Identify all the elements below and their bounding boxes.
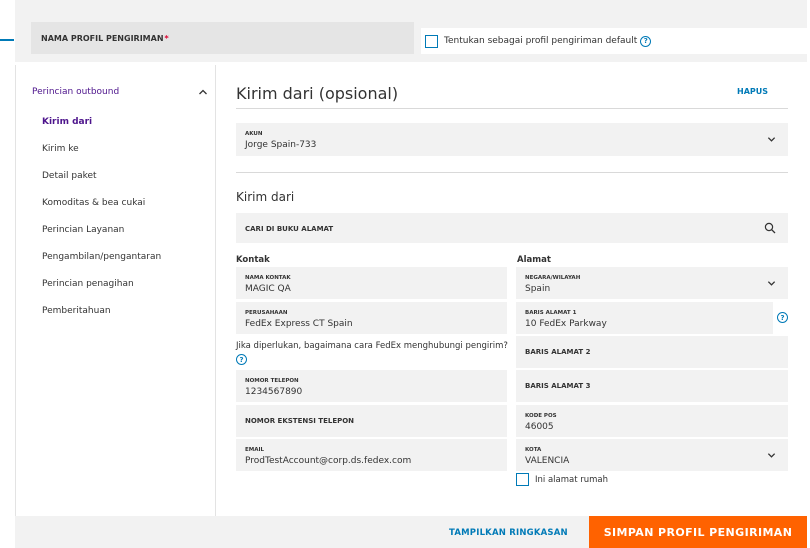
- company-field[interactable]: PERUSAHAAN FedEx Express CT Spain: [236, 302, 507, 334]
- profile-name-field[interactable]: NAMA PROFIL PENGIRIMAN *: [31, 22, 414, 54]
- phone-field[interactable]: NOMOR TELEPON 1234567890: [236, 370, 507, 402]
- address-book-search-label: CARI DI BUKU ALAMAT: [245, 225, 334, 233]
- postal-code-value: 46005: [525, 422, 554, 432]
- accent-line: [0, 39, 14, 41]
- default-profile-label: Tentukan sebagai profil pengiriman defau…: [444, 36, 638, 46]
- email-value: ProdTestAccount@corp.ds.fedex.com: [245, 456, 412, 466]
- phone-extension-placeholder: NOMOR EKSTENSI TELEPON: [245, 417, 355, 425]
- sidebar-item-detail-paket[interactable]: Detail paket: [42, 171, 97, 181]
- sidebar-item-penagihan[interactable]: Perincian penagihan: [42, 279, 134, 289]
- default-profile-checkbox[interactable]: [425, 34, 438, 48]
- address-line3-field[interactable]: BARIS ALAMAT 3: [516, 370, 788, 402]
- section-subtitle: Kirim dari: [236, 190, 295, 204]
- country-select[interactable]: NEGARA/WILAYAH Spain: [516, 267, 788, 299]
- delete-link[interactable]: HAPUS: [737, 87, 768, 96]
- help-icon[interactable]: ?: [777, 312, 788, 323]
- sidebar-item-pengambilan[interactable]: Pengambilan/pengantaran: [42, 252, 161, 262]
- help-icon[interactable]: ?: [640, 35, 652, 47]
- country-label: NEGARA/WILAYAH: [525, 275, 581, 281]
- chevron-up-icon[interactable]: [198, 87, 208, 97]
- sidebar-item-kirim-ke[interactable]: Kirim ke: [42, 144, 79, 154]
- sidebar-section-title: Perincian outbound: [32, 87, 120, 97]
- search-icon[interactable]: [764, 222, 776, 234]
- address-book-search[interactable]: CARI DI BUKU ALAMAT: [236, 213, 788, 243]
- divider: [236, 108, 788, 109]
- profile-name-label: NAMA PROFIL PENGIRIMAN: [41, 33, 164, 43]
- account-value: Jorge Spain-733: [245, 140, 317, 150]
- address-line3-placeholder: BARIS ALAMAT 3: [525, 382, 591, 390]
- main-panel: Kirim dari (opsional) HAPUS AKUN Jorge S…: [217, 65, 807, 516]
- phone-label: NOMOR TELEPON: [245, 378, 299, 384]
- default-profile-row: Tentukan sebagai profil pengiriman defau…: [421, 28, 807, 54]
- company-label: PERUSAHAAN: [245, 310, 288, 316]
- postal-code-label: KODE POS: [525, 413, 557, 419]
- required-mark: *: [164, 33, 169, 43]
- residential-checkbox[interactable]: [516, 473, 529, 486]
- contact-question-text: Jika diperlukan, bagaimana cara FedEx me…: [236, 341, 508, 351]
- save-profile-button[interactable]: SIMPAN PROFIL PENGIRIMAN: [589, 516, 807, 548]
- address-line1-label: BARIS ALAMAT 1: [525, 310, 577, 316]
- chevron-down-icon: [767, 137, 776, 142]
- contact-name-value: MAGIC QA: [245, 284, 291, 294]
- postal-code-field[interactable]: KODE POS 46005: [516, 405, 788, 437]
- sidebar-item-pemberitahuan[interactable]: Pemberitahuan: [42, 306, 111, 316]
- residential-label: Ini alamat rumah: [535, 474, 609, 485]
- address-line2-field[interactable]: BARIS ALAMAT 2: [516, 336, 788, 368]
- city-label: KOTA: [525, 447, 542, 453]
- contact-name-field[interactable]: NAMA KONTAK MAGIC QA: [236, 267, 507, 299]
- country-value: Spain: [525, 284, 551, 294]
- sidebar-item-komoditas[interactable]: Komoditas & bea cukai: [42, 198, 145, 208]
- sidebar-item-layanan[interactable]: Perincian Layanan: [42, 225, 124, 235]
- address-line1-field[interactable]: BARIS ALAMAT 1 10 FedEx Parkway: [516, 302, 773, 334]
- company-value: FedEx Express CT Spain: [245, 319, 353, 329]
- show-summary-link[interactable]: TAMPILKAN RINGKASAN: [449, 528, 568, 538]
- page-title: Kirim dari (opsional): [236, 84, 399, 103]
- chevron-down-icon: [767, 453, 776, 458]
- account-label: AKUN: [245, 131, 263, 137]
- help-icon[interactable]: ?: [236, 354, 247, 365]
- city-select[interactable]: KOTA VALENCIA: [516, 439, 788, 471]
- email-field[interactable]: EMAIL ProdTestAccount@corp.ds.fedex.com: [236, 439, 507, 471]
- contact-name-label: NAMA KONTAK: [245, 275, 291, 281]
- email-label: EMAIL: [245, 447, 265, 453]
- phone-value: 1234567890: [245, 387, 303, 397]
- residential-row: Ini alamat rumah: [516, 473, 608, 486]
- address-line1-value: 10 FedEx Parkway: [525, 319, 607, 329]
- sidebar-section-header[interactable]: Perincian outbound: [32, 87, 208, 97]
- footer-bar: TAMPILKAN RINGKASAN SIMPAN PROFIL PENGIR…: [15, 516, 807, 548]
- contact-question: Jika diperlukan, bagaimana cara FedEx me…: [236, 340, 516, 366]
- address-heading: Alamat: [517, 255, 551, 265]
- account-select[interactable]: AKUN Jorge Spain-733: [236, 123, 788, 156]
- contact-heading: Kontak: [236, 255, 270, 265]
- address-line2-placeholder: BARIS ALAMAT 2: [525, 348, 591, 356]
- phone-extension-field[interactable]: NOMOR EKSTENSI TELEPON: [236, 405, 507, 437]
- sidebar-item-kirim-dari[interactable]: Kirim dari: [42, 117, 92, 127]
- chevron-down-icon: [767, 281, 776, 286]
- sidebar: Perincian outbound Kirim dari Kirim ke D…: [15, 65, 216, 516]
- divider: [236, 172, 788, 173]
- city-value: VALENCIA: [525, 456, 570, 466]
